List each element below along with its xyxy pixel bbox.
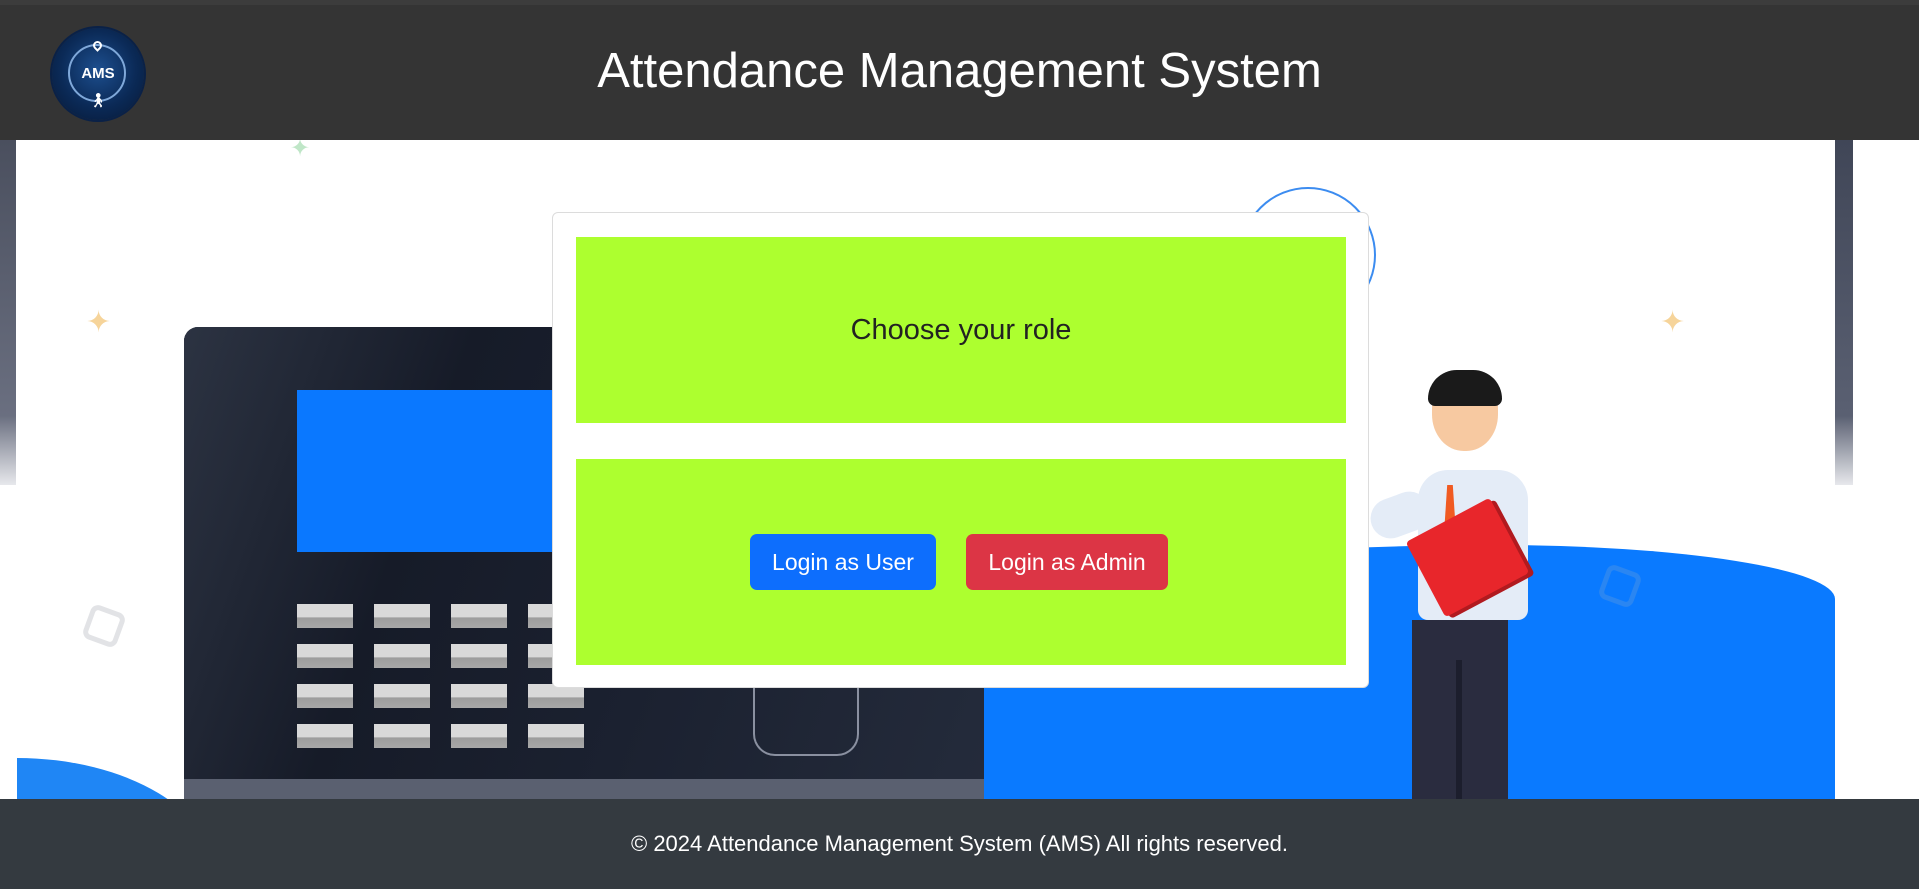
- person-legs-gap: [1456, 660, 1462, 799]
- device-key: [451, 724, 507, 748]
- login-as-admin-button[interactable]: Login as Admin: [966, 534, 1168, 590]
- card-button-panel: Login as User Login as Admin: [576, 459, 1346, 665]
- device-key: [374, 684, 430, 708]
- device-key: [297, 724, 353, 748]
- left-pole-decoration: [0, 140, 16, 485]
- device-key: [451, 604, 507, 628]
- diamond-decoration-icon: [80, 602, 128, 650]
- sparkle-icon: ✦: [1660, 306, 1686, 339]
- person-hair: [1428, 370, 1502, 406]
- device-base: [184, 779, 984, 799]
- device-key: [528, 724, 584, 748]
- page-title: Attendance Management System: [597, 44, 1322, 98]
- sparkle-icon: ✦: [86, 306, 112, 339]
- device-key: [374, 644, 430, 668]
- login-as-user-button[interactable]: Login as User: [750, 534, 936, 590]
- card-header-panel: Choose your role: [576, 237, 1346, 423]
- device-key: [451, 644, 507, 668]
- footer-copyright: © 2024 Attendance Management System (AMS…: [631, 831, 1288, 856]
- device-key: [297, 684, 353, 708]
- role-selection-card: Choose your role Login as User Login as …: [552, 212, 1369, 688]
- device-key: [297, 604, 353, 628]
- device-key: [374, 604, 430, 628]
- site-footer: © 2024 Attendance Management System (AMS…: [0, 799, 1919, 889]
- sparkle-icon: ✦: [290, 140, 311, 162]
- site-header: AMS 🚶︎ Attendance Management System: [0, 0, 1919, 140]
- right-pole-decoration: [1835, 140, 1853, 485]
- device-key: [451, 684, 507, 708]
- device-key: [374, 724, 430, 748]
- card-title: Choose your role: [850, 313, 1072, 346]
- device-key: [297, 644, 353, 668]
